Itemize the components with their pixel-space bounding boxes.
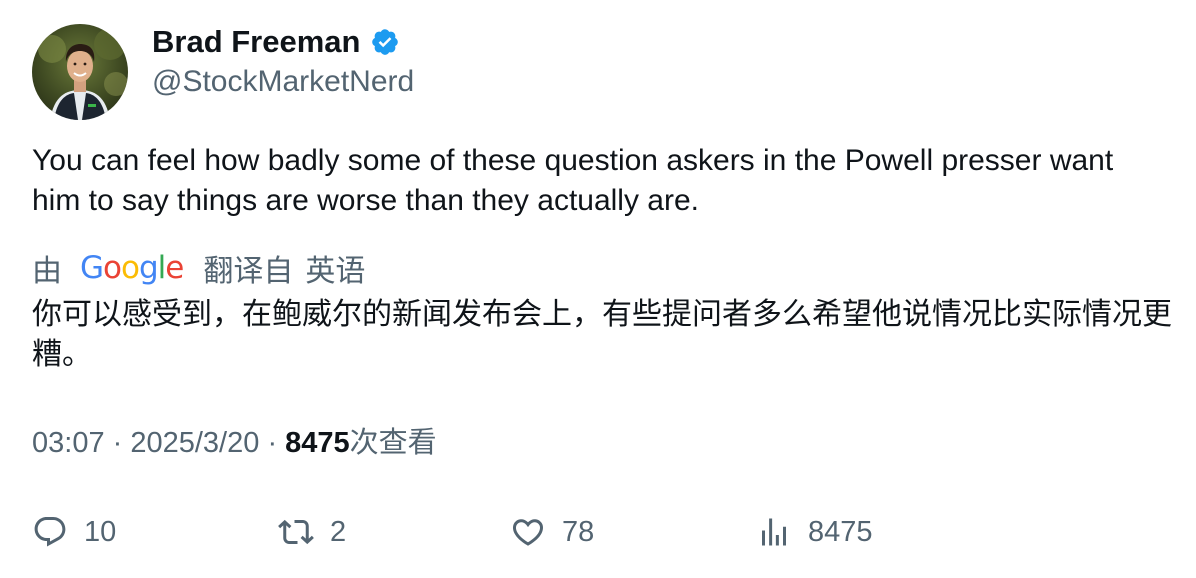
heart-icon — [512, 519, 544, 546]
tweet-time[interactable]: 03:07 — [32, 427, 105, 459]
views-count: 8475 — [285, 427, 350, 459]
tweet-header: Brad Freeman @StockMarketNerd — [32, 24, 414, 120]
verified-badge-icon[interactable] — [370, 27, 400, 57]
views-label: 次查看 — [349, 427, 437, 459]
translation-attribution: 由 Google 翻译自 英语 — [32, 247, 365, 289]
views-chart-icon — [762, 518, 786, 546]
like-button[interactable]: 78 — [510, 510, 594, 554]
avatar[interactable] — [32, 24, 128, 120]
translated-by-label: 由 — [32, 255, 62, 288]
views-button[interactable]: 8475 — [756, 510, 873, 554]
meta-separator: · — [112, 427, 131, 459]
handle[interactable]: @StockMarketNerd — [152, 64, 414, 100]
tweet-date[interactable]: 2025/3/20 — [130, 427, 259, 459]
reply-count: 10 — [84, 515, 117, 548]
source-language: 英语 — [305, 255, 366, 288]
retweet-icon — [278, 519, 314, 545]
retweet-count: 2 — [330, 515, 347, 548]
tweet-actions: 10 2 78 8475 — [32, 510, 1172, 554]
display-name[interactable]: Brad Freeman — [152, 24, 360, 60]
reply-button[interactable]: 10 — [32, 510, 116, 554]
google-logo[interactable]: Google — [80, 250, 184, 286]
translated-text: 你可以感受到，在鲍威尔的新闻发布会上，有些提问者多么希望他说情况比实际情况更糟。 — [32, 297, 1172, 372]
meta-separator: · — [267, 427, 286, 459]
tweet-text: You can feel how badly some of these que… — [32, 144, 1114, 217]
translated-from-label: 翻译自 — [203, 255, 294, 288]
author-names: Brad Freeman @StockMarketNerd — [152, 24, 414, 100]
tweet-meta: 03:07 · 2025/3/20 · 8475次查看 — [32, 423, 437, 463]
retweet-button[interactable]: 2 — [278, 510, 346, 554]
reply-icon — [34, 517, 66, 547]
like-count: 78 — [562, 515, 595, 548]
views-action-count: 8475 — [808, 515, 873, 548]
avatar-image — [32, 24, 128, 120]
display-name-row: Brad Freeman — [152, 24, 414, 60]
